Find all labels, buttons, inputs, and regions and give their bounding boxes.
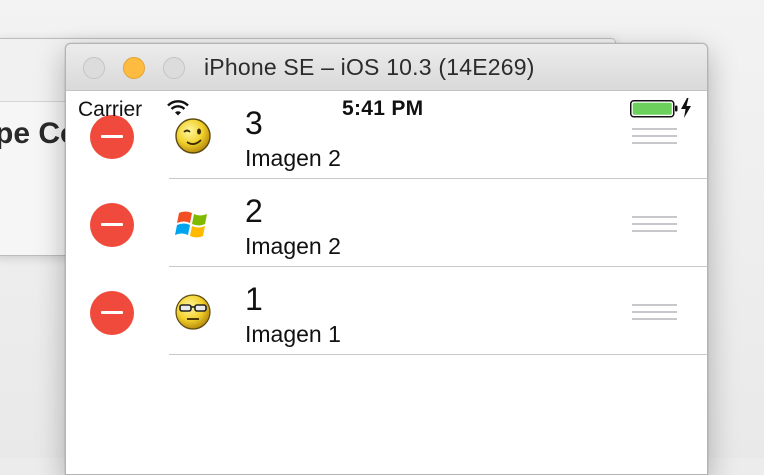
device-screen[interactable]: Carrier 5:41 PM 3 Imagen 2 2 Imagen 2 1 …	[66, 91, 707, 474]
reorder-handle-icon[interactable]	[632, 128, 677, 144]
table-row[interactable]: 2 Imagen 2	[66, 179, 707, 267]
reorder-handle-icon[interactable]	[632, 216, 677, 232]
simulator-window[interactable]: iPhone SE – iOS 10.3 (14E269) Carrier 5:…	[65, 43, 708, 475]
windows-logo-icon	[175, 211, 207, 238]
charging-bolt-icon	[681, 98, 691, 118]
table-row[interactable]: 1 Imagen 1	[66, 267, 707, 355]
delete-row-button[interactable]	[90, 203, 134, 247]
simulator-titlebar[interactable]: iPhone SE – iOS 10.3 (14E269)	[66, 44, 707, 91]
zoom-window-button[interactable]	[163, 57, 185, 79]
status-bar: Carrier 5:41 PM	[66, 91, 707, 125]
row-subtitle: Imagen 1	[245, 321, 341, 347]
reorder-handle-icon[interactable]	[632, 304, 677, 320]
window-title: iPhone SE – iOS 10.3 (14E269)	[204, 54, 535, 80]
minimize-window-button[interactable]	[123, 57, 145, 79]
close-window-button[interactable]	[83, 57, 105, 79]
delete-row-button[interactable]	[90, 291, 134, 335]
row-title: 2	[245, 193, 263, 229]
carrier-label: Carrier	[78, 98, 143, 121]
status-time: 5:41 PM	[342, 97, 424, 120]
desktop: pe Co iPhone SE – iOS 10.3 (14E269) Carr…	[0, 0, 764, 475]
battery-icon	[630, 100, 678, 118]
wifi-icon	[167, 100, 189, 116]
row-subtitle: Imagen 2	[245, 233, 341, 259]
row-separator	[169, 354, 707, 355]
glasses-smiley-icon	[175, 294, 211, 330]
row-subtitle: Imagen 2	[245, 145, 341, 171]
row-title: 1	[245, 281, 263, 317]
